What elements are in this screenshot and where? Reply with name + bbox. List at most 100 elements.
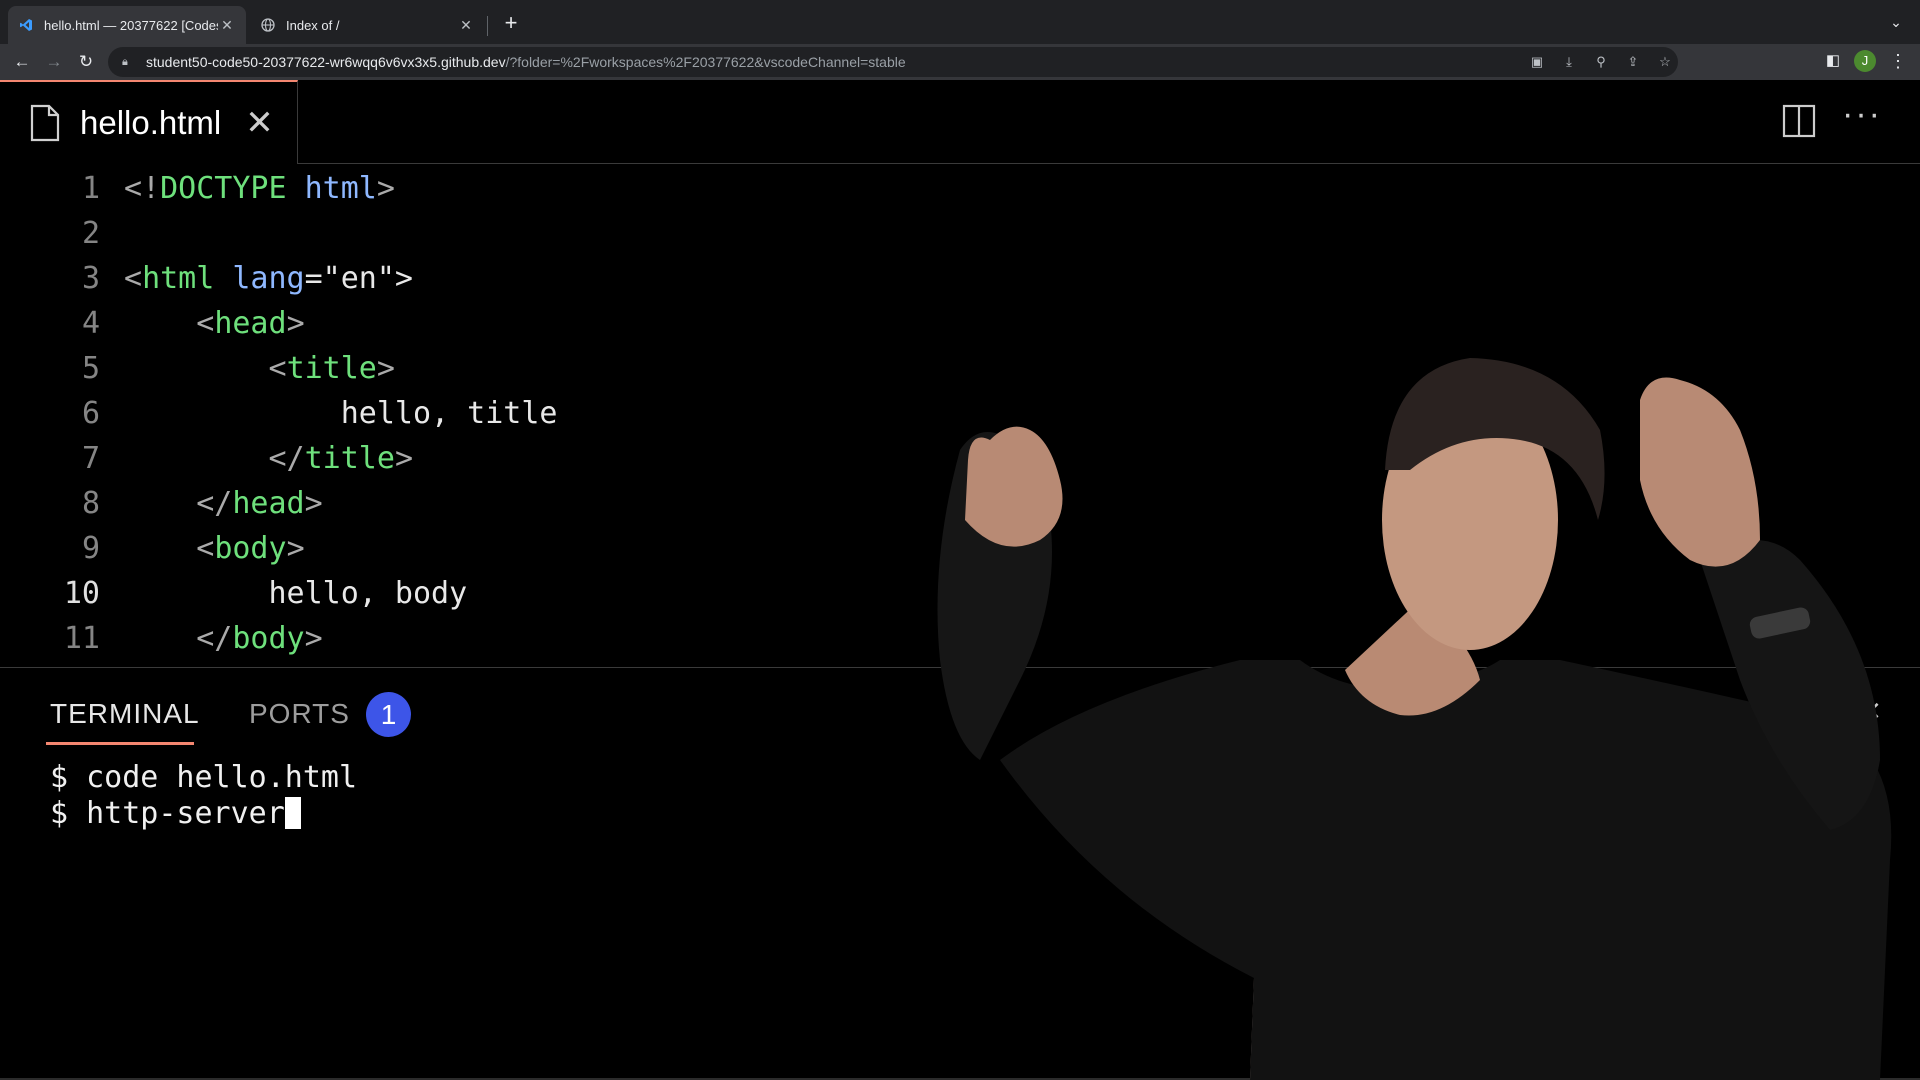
code-line: 2 [0,211,1920,256]
code-line: 11 </body> [0,616,1920,661]
close-tab-icon[interactable]: ✕ [218,17,236,34]
share-icon[interactable]: ⇪ [1622,51,1644,73]
browser-tab-title: hello.html — 20377622 [Codes [44,17,218,33]
address-bar[interactable]: 🔒︎ student50-code50-20377622-wr6wqq6v6vx… [108,47,1678,77]
code-token: < [124,306,215,341]
code-token: hello, title [124,396,558,431]
back-arrow-icon[interactable]: ← [8,48,36,76]
editor-tab-label: hello.html [80,104,222,141]
browser-tab-strip: hello.html — 20377622 [Codes ✕ Index of … [0,0,1920,44]
code-token: > [376,171,395,206]
line-number: 1 [81,171,100,206]
globe-icon [260,17,276,33]
code-token: html [304,171,377,206]
line-number: 7 [81,441,100,476]
code-token: > [286,531,305,566]
chevron-down-icon[interactable]: ⌄ [1884,10,1908,34]
tab-terminal[interactable]: TERMINAL [50,698,200,730]
code-token: title [304,441,395,476]
maximize-panel-icon[interactable]: ⌞ [1716,694,1727,723]
code-token: < [124,351,287,386]
bottom-panel: TERMINAL PORTS 1 ⌞ ⌄ ✕ $ code hello.html… [0,668,1920,1080]
code-token: body [232,621,305,656]
code-token: html [142,261,215,296]
avatar[interactable]: J [1854,50,1876,72]
code-token: > [286,306,305,341]
code-token: < [124,531,215,566]
kebab-menu-icon[interactable]: ⋮ [1886,50,1910,74]
terminal-line: $ code hello.html [50,760,358,795]
close-tab-icon[interactable]: ✕ [457,17,475,34]
close-icon[interactable]: ✕ [245,106,274,140]
code-line: 1 <!DOCTYPE html> [0,166,1920,211]
code-line: 3 <html lang="en"> [0,256,1920,301]
code-editor[interactable]: 1 <!DOCTYPE html> 2 3 <html lang="en"> 4… [0,166,1920,666]
line-number: 11 [63,621,100,656]
code-token: > [376,351,395,386]
side-panel-icon[interactable]: ◧ [1822,50,1844,72]
new-tab-plus-icon[interactable]: + [496,8,526,38]
editor-tab-bar: hello.html ✕ [0,80,1920,164]
more-actions-icon[interactable]: ··· [1842,97,1882,138]
editor-tab-hello-html[interactable]: hello.html ✕ [0,80,298,164]
line-number: 5 [81,351,100,386]
line-number: 3 [81,261,100,296]
code-line: 8 </head> [0,481,1920,526]
screenshot-icon[interactable]: ▣ [1526,51,1548,73]
code-token: hello, body [124,576,468,611]
code-token: > [304,486,323,521]
terminal-line: $ http-server [50,796,285,831]
ports-count-badge: 1 [366,692,411,737]
code-token: > [304,621,323,656]
close-panel-icon[interactable]: ✕ [1860,696,1882,727]
terminal-cursor [284,797,301,829]
line-number: 9 [81,531,100,566]
code-token: </ [124,621,233,656]
code-line: 6 hello, title [0,391,1920,436]
tab-ports[interactable]: PORTS [249,698,350,730]
url-host: student50-code50-20377622-wr6wqq6v6vx3x5… [146,54,506,70]
browser-tab-title: Index of / [286,17,340,33]
code-token: <! [124,171,161,206]
code-token: ="en"> [304,261,413,296]
lock-icon: 🔒︎ [122,55,128,68]
vscode-icon [18,17,34,33]
browser-tab-hello-html[interactable]: hello.html — 20377622 [Codes ✕ [8,6,246,44]
code-token: </ [124,441,305,476]
star-bookmark-icon[interactable]: ☆ [1654,51,1676,73]
tab-divider [487,16,488,36]
url-path: /?folder=%2Fworkspaces%2F20377622&vscode… [505,54,906,70]
code-token: > [394,441,413,476]
reload-icon[interactable]: ↻ [72,48,100,76]
terminal-output[interactable]: $ code hello.html $ http-server [50,760,357,832]
browser-toolbar: ← → ↻ 🔒︎ student50-code50-20377622-wr6wq… [0,44,1920,80]
code-token: < [124,261,143,296]
code-line: 9 <body> [0,526,1920,571]
active-tab-indicator [46,742,194,745]
browser-tab-index[interactable]: Index of / ✕ [250,6,485,44]
code-token: lang [232,261,305,296]
line-number: 8 [81,486,100,521]
code-line: 7 </title> [0,436,1920,481]
code-token: DOCTYPE [160,171,287,206]
code-line-active: 10 hello, body [0,571,1920,616]
code-token: title [286,351,377,386]
install-app-icon[interactable]: ⤓ [1558,51,1580,73]
forward-arrow-icon[interactable]: → [40,48,68,76]
line-number: 10 [63,576,100,611]
line-number: 2 [81,216,100,251]
code-token: body [214,531,287,566]
chevron-down-icon[interactable]: ⌄ [1748,696,1768,725]
line-number: 6 [81,396,100,431]
code-line: 4 <head> [0,301,1920,346]
code-line: 5 <title> [0,346,1920,391]
file-icon [30,104,60,142]
code-token: head [232,486,305,521]
code-token: </ [124,486,233,521]
split-editor-icon[interactable] [1782,104,1816,138]
zoom-icon[interactable]: ⚲ [1590,51,1612,73]
code-token: head [214,306,287,341]
line-number: 4 [81,306,100,341]
